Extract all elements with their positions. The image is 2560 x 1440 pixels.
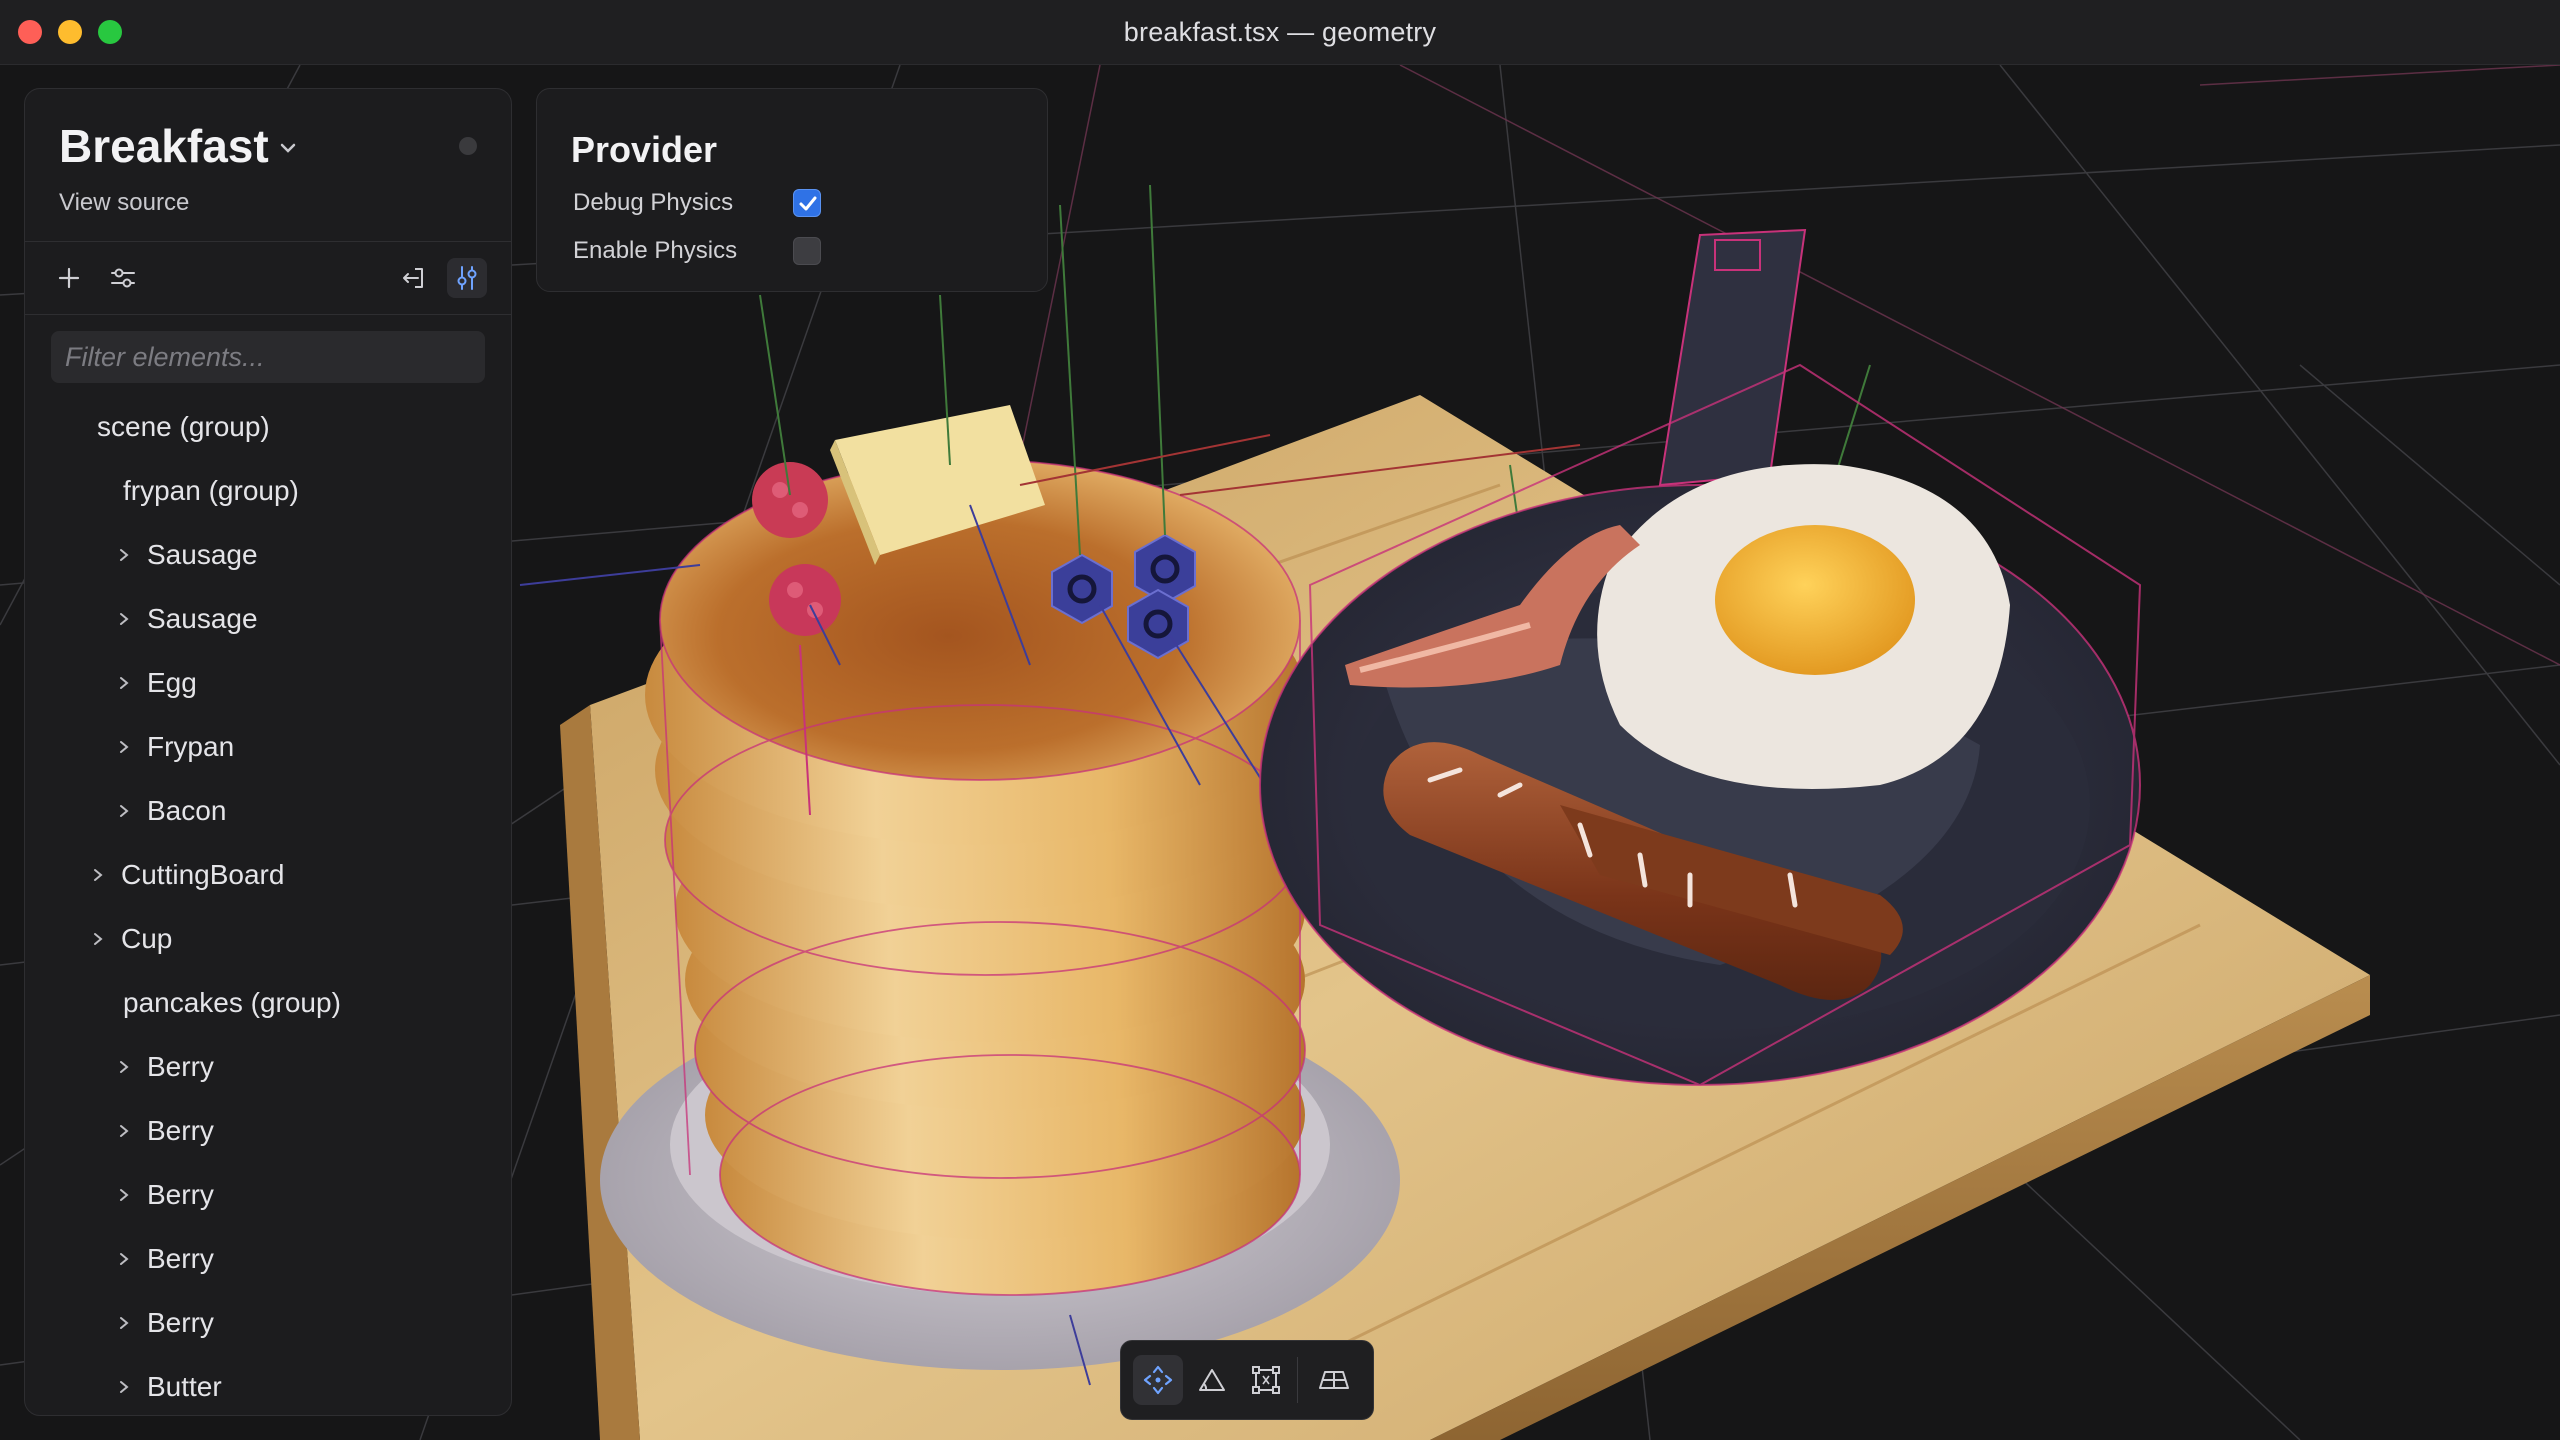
tree-item[interactable]: Berry: [25, 1227, 511, 1291]
tree-item-label: Sausage: [147, 539, 258, 570]
grid-view-icon: [1319, 1371, 1349, 1389]
tree-item-label: CuttingBoard: [121, 859, 285, 890]
tree-item[interactable]: Cup: [25, 907, 511, 971]
tree-item-label: Bacon: [147, 795, 227, 826]
tree-item[interactable]: Frypan: [25, 715, 511, 779]
chevron-down-icon[interactable]: [277, 137, 299, 159]
chevron-right-icon[interactable]: [117, 1124, 131, 1138]
sidebar-toolbar: [25, 242, 511, 315]
provider-title: Provider: [571, 129, 718, 170]
chevron-right-icon[interactable]: [117, 548, 131, 562]
scene-tree-sidebar: Breakfast View source Filter elements...…: [24, 88, 512, 1416]
tree-item[interactable]: Bacon: [25, 779, 511, 843]
tree-item[interactable]: Butter: [25, 1355, 511, 1415]
tree-item-label: Berry: [147, 1243, 214, 1274]
project-title[interactable]: Breakfast: [59, 119, 269, 173]
tree-item-label: Berry: [147, 1179, 214, 1210]
tree-item-label: Butter: [147, 1371, 222, 1402]
tree-item-label: Berry: [147, 1115, 214, 1146]
tree-item[interactable]: Sausage: [25, 587, 511, 651]
checkmark-icon: [799, 196, 817, 211]
tree-item-label: Berry: [147, 1307, 214, 1338]
sign-out-icon: [403, 268, 423, 288]
status-indicator: [459, 137, 477, 155]
scale-tool-button[interactable]: [1241, 1355, 1291, 1405]
enable-physics-label: Enable Physics: [573, 237, 738, 264]
maximize-window-button[interactable]: [98, 20, 122, 44]
add-element-button[interactable]: [49, 258, 89, 298]
tree-item[interactable]: Berry: [25, 1163, 511, 1227]
window-title: breakfast.tsx — geometry: [1123, 16, 1437, 47]
chevron-right-icon[interactable]: [117, 804, 131, 818]
tree-item[interactable]: Berry: [25, 1035, 511, 1099]
close-window-button[interactable]: [18, 20, 42, 44]
tree-item-label: scene (group): [97, 411, 270, 442]
bounding-box-icon: [1252, 1366, 1280, 1394]
provider-panel: Provider Debug Physics Enable Physics: [536, 88, 1048, 292]
tree-item[interactable]: Egg: [25, 651, 511, 715]
scene-tree: scene (group) frypan (group) Sausage Sausag…: [25, 395, 511, 1415]
transform-toolbar: [1120, 1340, 1374, 1420]
tree-item[interactable]: frypan (group): [25, 459, 511, 523]
sliders-vertical-icon: [457, 266, 477, 290]
tree-item-label: Cup: [121, 923, 173, 954]
filter-settings-button[interactable]: [103, 258, 143, 298]
tree-item[interactable]: Berry: [25, 1291, 511, 1355]
debug-physics-option[interactable]: Debug Physics: [573, 186, 821, 220]
chevron-right-icon[interactable]: [117, 1188, 131, 1202]
enable-physics-option[interactable]: Enable Physics: [573, 234, 821, 268]
window-controls: [18, 20, 122, 44]
collapse-panel-button[interactable]: [393, 258, 433, 298]
tree-item-label: Berry: [147, 1051, 214, 1082]
tree-item[interactable]: Sausage: [25, 523, 511, 587]
inspector-toggle-button[interactable]: [447, 258, 487, 298]
grid-toggle-button[interactable]: [1309, 1355, 1359, 1405]
chevron-right-icon[interactable]: [91, 868, 105, 882]
minimize-window-button[interactable]: [58, 20, 82, 44]
toolbar-divider: [1297, 1357, 1298, 1403]
chevron-right-icon[interactable]: [91, 932, 105, 946]
chevron-right-icon[interactable]: [117, 1060, 131, 1074]
tree-item-label: pancakes (group): [123, 987, 341, 1018]
move-tool-button[interactable]: [1133, 1355, 1183, 1405]
chevron-right-icon[interactable]: [117, 612, 131, 626]
pancake-stack: [645, 459, 1306, 1296]
plus-icon: [58, 267, 80, 289]
debug-physics-checkbox[interactable]: [793, 189, 821, 217]
debug-physics-label: Debug Physics: [573, 189, 734, 216]
tree-item[interactable]: scene (group): [25, 395, 511, 459]
move-icon: [1143, 1365, 1173, 1395]
triangle-icon: [1199, 1369, 1225, 1391]
chevron-right-icon[interactable]: [117, 1380, 131, 1394]
chevron-right-icon[interactable]: [117, 1316, 131, 1330]
sidebar-header: Breakfast View source: [25, 89, 511, 242]
chevron-right-icon[interactable]: [117, 676, 131, 690]
enable-physics-checkbox[interactable]: [793, 237, 821, 265]
tree-item-label: Sausage: [147, 603, 258, 634]
title-bar: breakfast.tsx — geometry: [0, 0, 2560, 65]
tree-item[interactable]: CuttingBoard: [25, 843, 511, 907]
fried-egg: [1597, 464, 2010, 789]
tree-item-label: frypan (group): [123, 475, 299, 506]
view-source-link[interactable]: View source: [59, 189, 189, 217]
tree-item[interactable]: Berry: [25, 1099, 511, 1163]
tree-item-label: Frypan: [147, 731, 235, 762]
rotate-tool-button[interactable]: [1187, 1355, 1237, 1405]
sliders-horizontal-icon: [111, 268, 135, 288]
chevron-right-icon[interactable]: [117, 1252, 131, 1266]
tree-item-label: Egg: [147, 667, 197, 698]
filter-elements-input[interactable]: [51, 331, 485, 383]
tree-item[interactable]: pancakes (group): [25, 971, 511, 1035]
chevron-right-icon[interactable]: [117, 740, 131, 754]
